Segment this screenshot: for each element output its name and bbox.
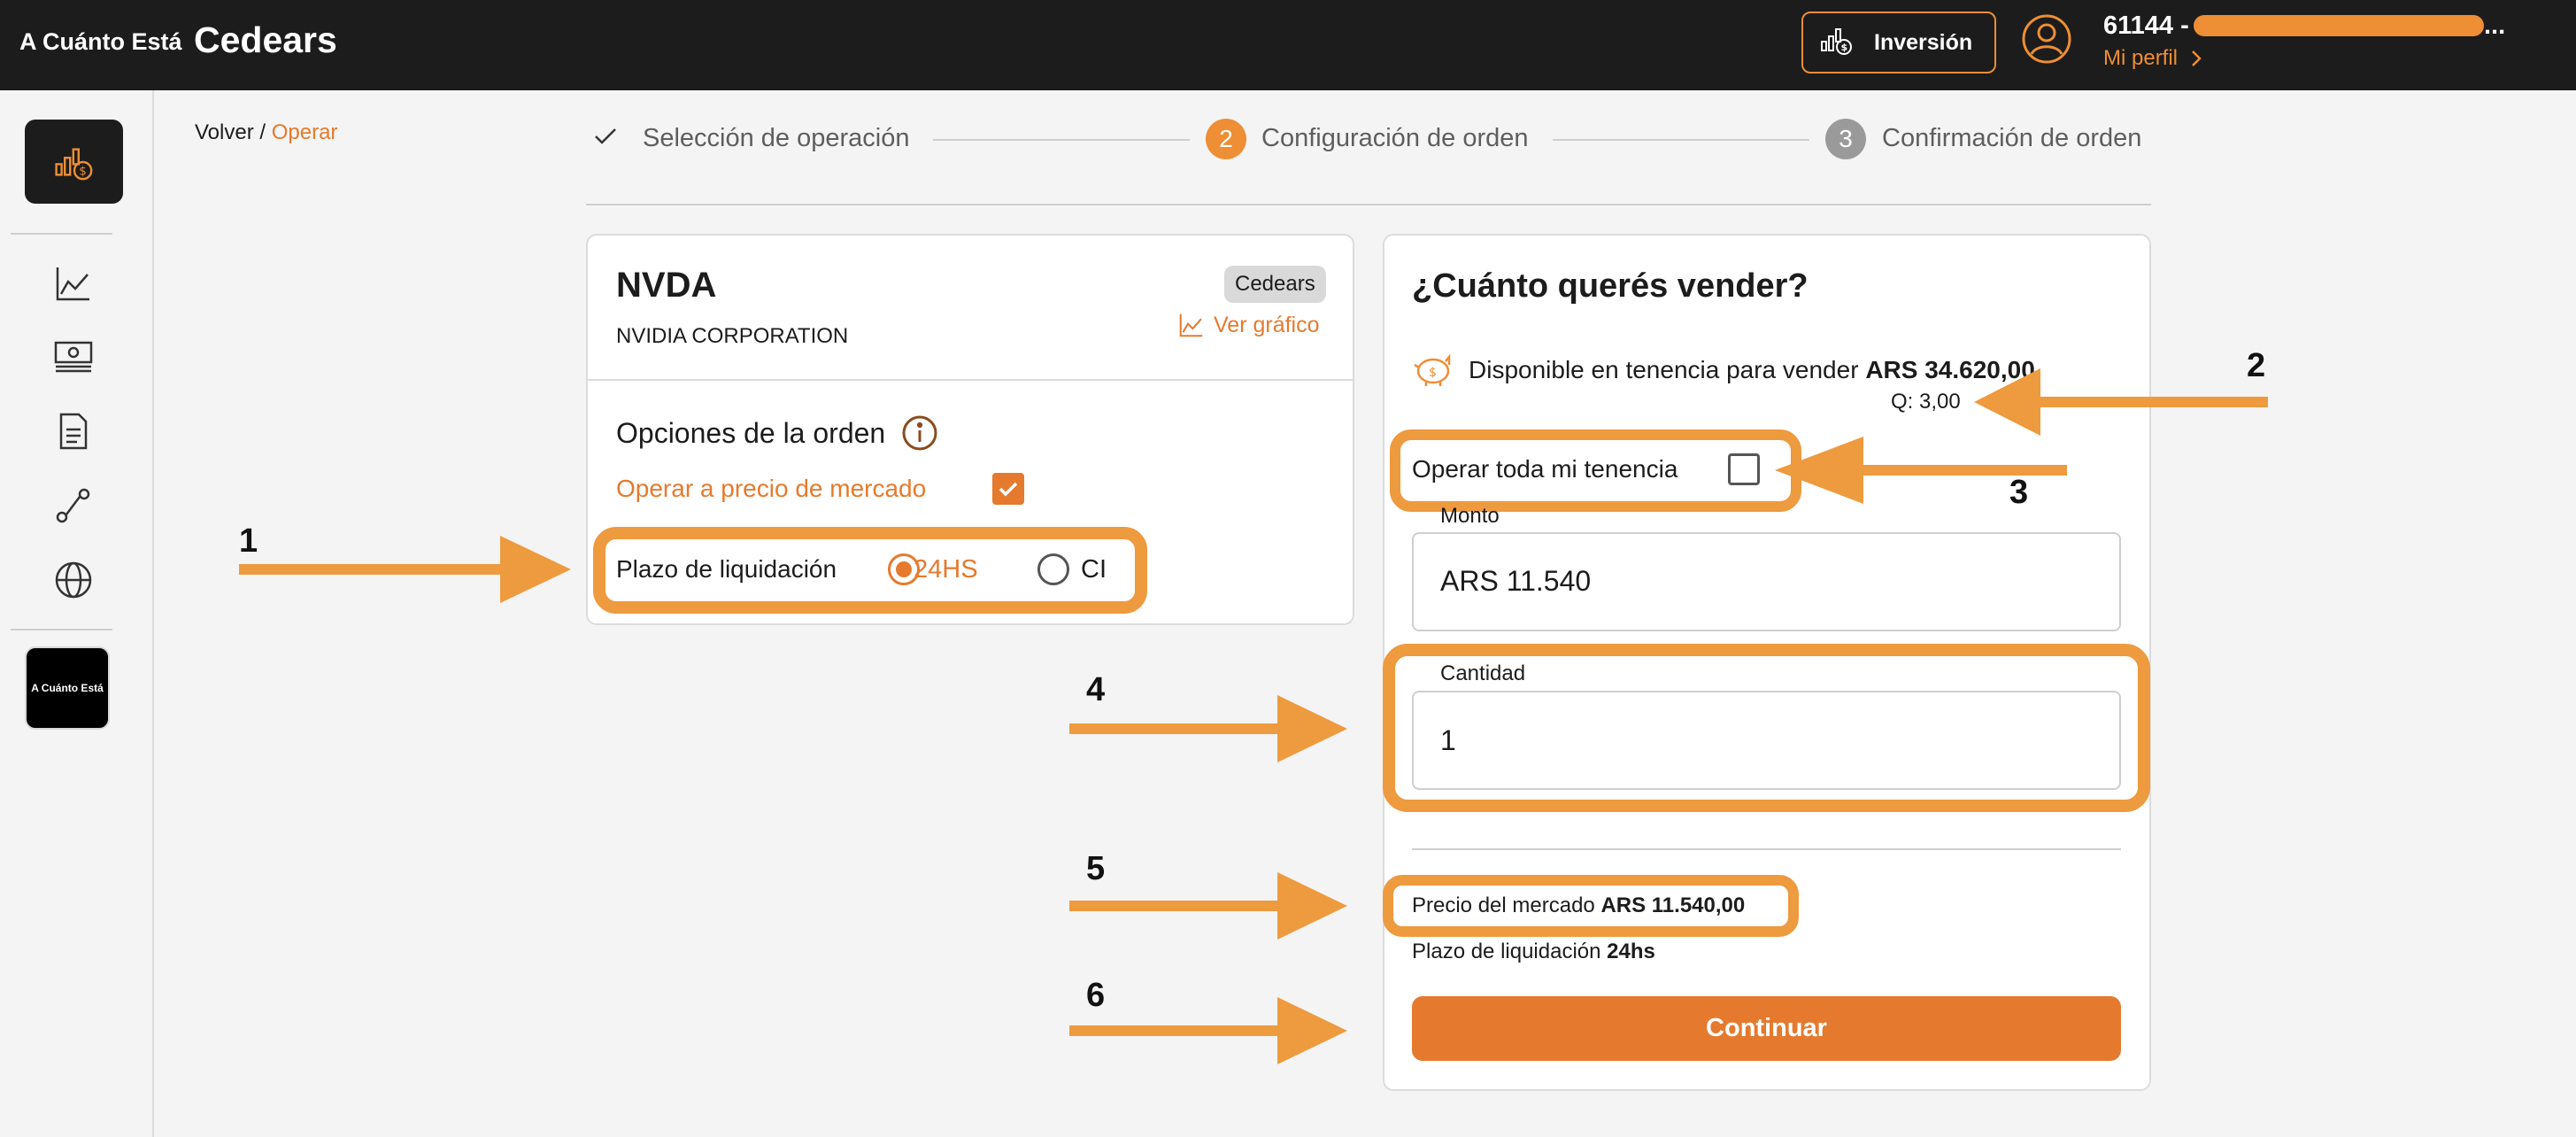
annotation-1: 1 (239, 522, 258, 560)
annotation-4: 4 (1086, 671, 1106, 708)
annotation-arrows (239, 368, 2268, 1064)
annotation-6: 6 (1086, 977, 1106, 1014)
annotation-3: 3 (2009, 474, 2029, 511)
annotation-5: 5 (1086, 850, 1106, 887)
annotation-2: 2 (2247, 347, 2266, 384)
